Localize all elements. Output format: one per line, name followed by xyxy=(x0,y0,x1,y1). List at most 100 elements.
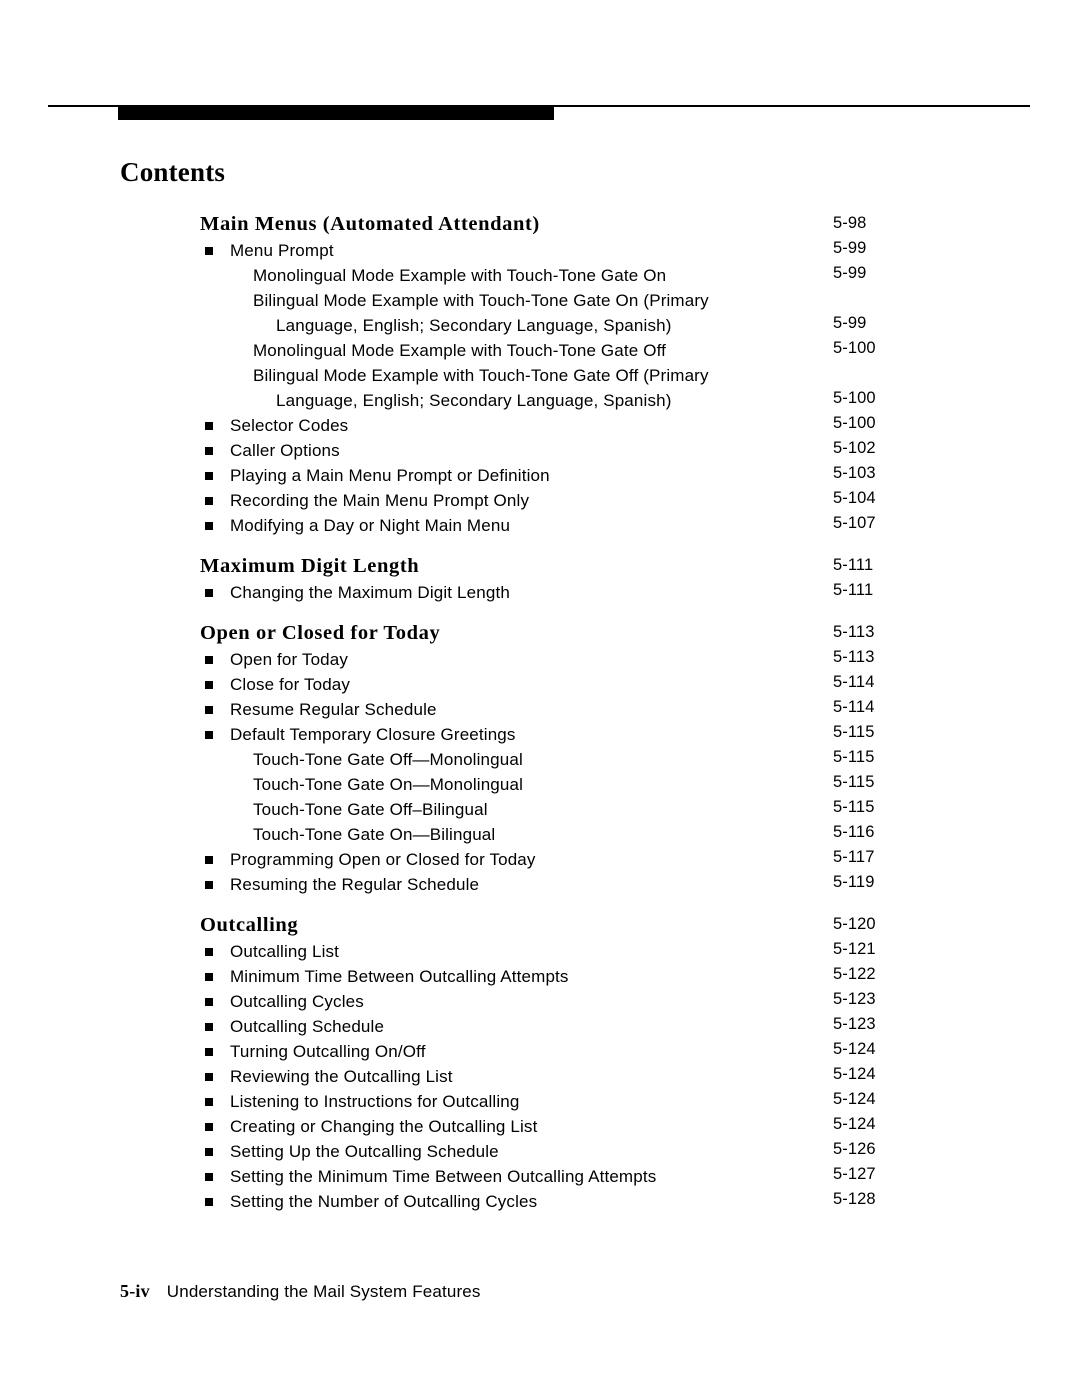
toc-entry-label: Recording the Main Menu Prompt Only xyxy=(230,491,530,510)
toc-entry[interactable]: Caller Options 5-102 xyxy=(0,438,1080,463)
table-of-contents: Main Menus (Automated Attendant) 5-98 Menu… xyxy=(0,196,1080,1214)
toc-page-number: 5-119 xyxy=(833,873,875,891)
toc-entry[interactable]: Setting Up the Outcalling Schedule 5-126 xyxy=(0,1139,1080,1164)
toc-entry[interactable]: Open for Today 5-113 xyxy=(0,647,1080,672)
toc-entry[interactable]: Outcalling List 5-121 xyxy=(0,939,1080,964)
toc-page-number: 5-127 xyxy=(833,1165,876,1183)
toc-subentry[interactable]: Touch-Tone Gate Off–Bilingual 5-115 xyxy=(0,797,1080,822)
toc-entry-label: Outcalling List xyxy=(230,942,340,961)
toc-entry[interactable]: Minimum Time Between Outcalling Attempts… xyxy=(0,964,1080,989)
toc-subentry-label-line1: Bilingual Mode Example with Touch-Tone G… xyxy=(253,366,709,385)
toc-subentry[interactable]: Touch-Tone Gate On—Bilingual 5-116 xyxy=(0,822,1080,847)
page: Contents Main Menus (Automated Attendant… xyxy=(0,0,1080,1393)
toc-entry-label: Outcalling Cycles xyxy=(230,992,364,1011)
toc-page-number: 5-113 xyxy=(833,623,875,641)
toc-entry-label: Modifying a Day or Night Main Menu xyxy=(230,516,511,535)
toc-entry-label: Minimum Time Between Outcalling Attempts xyxy=(230,967,569,986)
toc-entry-label: Turning Outcalling On/Off xyxy=(230,1042,426,1061)
toc-heading-label: Open or Closed for Today xyxy=(200,622,441,644)
page-title: Contents xyxy=(120,157,226,187)
toc-section-heading[interactable]: Maximum Digit Length 5-111 xyxy=(0,552,1080,580)
toc-entry[interactable]: Default Temporary Closure Greetings 5-115 xyxy=(0,722,1080,747)
toc-entry[interactable]: Resuming the Regular Schedule 5-119 xyxy=(0,872,1080,897)
toc-page-number: 5-126 xyxy=(833,1140,876,1158)
toc-page-number: 5-115 xyxy=(833,723,875,741)
toc-page-number: 5-128 xyxy=(833,1190,876,1208)
toc-entry[interactable]: Outcalling Cycles 5-123 xyxy=(0,989,1080,1014)
toc-entry-label: Reviewing the Outcalling List xyxy=(230,1067,453,1086)
toc-section-heading[interactable]: Main Menus (Automated Attendant) 5-98 xyxy=(0,210,1080,238)
toc-entry-label: Open for Today xyxy=(230,650,349,669)
toc-heading-label: Outcalling xyxy=(200,914,299,936)
toc-entry[interactable]: Outcalling Schedule 5-123 xyxy=(0,1014,1080,1039)
toc-subentry[interactable]: Monolingual Mode Example with Touch-Tone… xyxy=(0,263,1080,288)
toc-entry-label: Menu Prompt xyxy=(230,241,334,260)
toc-entry[interactable]: Setting the Minimum Time Between Outcall… xyxy=(0,1164,1080,1189)
toc-subentry-label: Monolingual Mode Example with Touch-Tone… xyxy=(253,266,667,285)
toc-page-number: 5-99 xyxy=(833,314,867,332)
toc-entry-label: Programming Open or Closed for Today xyxy=(230,850,536,869)
toc-subentry-label: Touch-Tone Gate On—Bilingual xyxy=(253,825,496,844)
toc-page-number: 5-113 xyxy=(833,648,875,666)
toc-entry[interactable]: Creating or Changing the Outcalling List… xyxy=(0,1114,1080,1139)
toc-entry[interactable]: Resume Regular Schedule 5-114 xyxy=(0,697,1080,722)
footer-title: Understanding the Mail System Features xyxy=(166,1282,481,1301)
toc-subentry-label: Touch-Tone Gate On—Monolingual xyxy=(253,775,524,794)
toc-page-number: 5-124 xyxy=(833,1040,876,1058)
toc-entry[interactable]: Reviewing the Outcalling List 5-124 xyxy=(0,1064,1080,1089)
toc-entry-label: Selector Codes xyxy=(230,416,349,435)
toc-entry[interactable]: Turning Outcalling On/Off 5-124 xyxy=(0,1039,1080,1064)
toc-subentry[interactable]: Bilingual Mode Example with Touch-Tone G… xyxy=(0,288,1080,338)
toc-page-number: 5-115 xyxy=(833,748,875,766)
page-footer: 5-iv Understanding the Mail System Featur… xyxy=(120,1281,481,1302)
toc-section-heading[interactable]: Open or Closed for Today 5-113 xyxy=(0,619,1080,647)
toc-page-number: 5-99 xyxy=(833,239,867,257)
toc-page-number: 5-121 xyxy=(833,940,876,958)
toc-page-number: 5-115 xyxy=(833,773,875,791)
toc-page-number: 5-123 xyxy=(833,990,876,1008)
toc-entry[interactable]: Modifying a Day or Night Main Menu 5-107 xyxy=(0,513,1080,538)
toc-entry-label: Resume Regular Schedule xyxy=(230,700,437,719)
toc-entry[interactable]: Close for Today 5-114 xyxy=(0,672,1080,697)
toc-subentry-label-line1: Bilingual Mode Example with Touch-Tone G… xyxy=(253,291,709,310)
toc-subentry[interactable]: Touch-Tone Gate On—Monolingual 5-115 xyxy=(0,772,1080,797)
toc-heading-label: Main Menus (Automated Attendant) xyxy=(200,213,540,235)
toc-subentry-label: Monolingual Mode Example with Touch-Tone… xyxy=(253,341,667,360)
toc-page-number: 5-120 xyxy=(833,915,876,933)
toc-entry[interactable]: Selector Codes 5-100 xyxy=(0,413,1080,438)
toc-page-number: 5-123 xyxy=(833,1015,876,1033)
toc-entry[interactable]: Programming Open or Closed for Today 5-11… xyxy=(0,847,1080,872)
toc-subentry[interactable]: Bilingual Mode Example with Touch-Tone G… xyxy=(0,363,1080,413)
toc-entry[interactable]: Recording the Main Menu Prompt Only 5-104 xyxy=(0,488,1080,513)
toc-entry-label: Playing a Main Menu Prompt or Definition xyxy=(230,466,550,485)
toc-entry-label: Outcalling Schedule xyxy=(230,1017,385,1036)
toc-entry[interactable]: Listening to Instructions for Outcalling… xyxy=(0,1089,1080,1114)
folio-number: 5-iv xyxy=(120,1281,150,1301)
toc-page-number: 5-100 xyxy=(833,389,876,407)
toc-page-number: 5-116 xyxy=(833,823,875,841)
toc-subentry-label-line2: Language, English; Secondary Language, S… xyxy=(276,316,672,335)
toc-entry[interactable]: Playing a Main Menu Prompt or Definition… xyxy=(0,463,1080,488)
toc-page-number: 5-103 xyxy=(833,464,876,482)
toc-page-number: 5-111 xyxy=(833,556,874,574)
toc-subentry[interactable]: Touch-Tone Gate Off—Monolingual 5-115 xyxy=(0,747,1080,772)
toc-page-number: 5-98 xyxy=(833,214,867,232)
toc-entry-label: Setting Up the Outcalling Schedule xyxy=(230,1142,499,1161)
toc-page-number: 5-117 xyxy=(833,848,875,866)
toc-page-number: 5-99 xyxy=(833,264,867,282)
toc-page-number: 5-100 xyxy=(833,339,876,357)
toc-entry[interactable]: Setting the Number of Outcalling Cycles 5… xyxy=(0,1189,1080,1214)
toc-page-number: 5-122 xyxy=(833,965,876,983)
toc-page-number: 5-111 xyxy=(833,581,874,599)
toc-subentry-label: Bilingual Mode Example with Touch-Tone G… xyxy=(0,288,1080,338)
toc-entry[interactable]: Changing the Maximum Digit Length 5-111 xyxy=(0,580,1080,605)
toc-subentry-label: Bilingual Mode Example with Touch-Tone G… xyxy=(0,363,1080,413)
toc-entry-label: Resuming the Regular Schedule xyxy=(230,875,480,894)
toc-entry-label: Default Temporary Closure Greetings xyxy=(230,725,516,744)
toc-section-heading[interactable]: Outcalling 5-120 xyxy=(0,911,1080,939)
toc-entry[interactable]: Menu Prompt 5-99 xyxy=(0,238,1080,263)
toc-page-number: 5-102 xyxy=(833,439,876,457)
toc-page-number: 5-124 xyxy=(833,1090,876,1108)
toc-entry-label: Close for Today xyxy=(230,675,351,694)
toc-subentry[interactable]: Monolingual Mode Example with Touch-Tone… xyxy=(0,338,1080,363)
